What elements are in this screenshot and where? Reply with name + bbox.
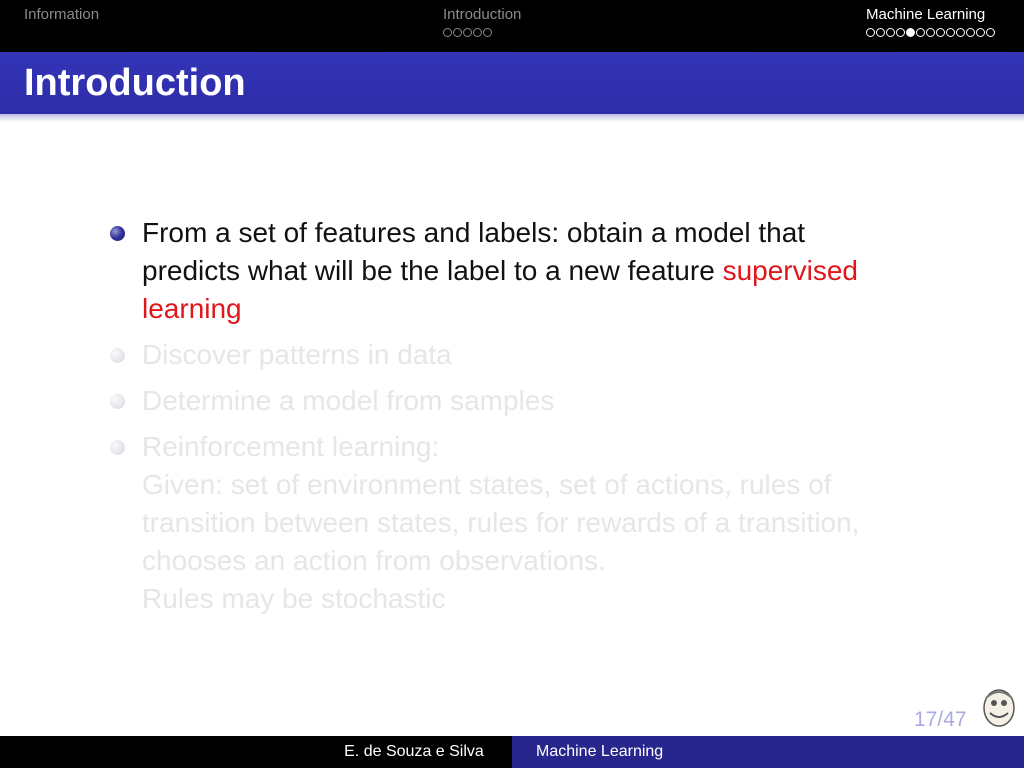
footer-author: E. de Souza e Silva: [0, 736, 512, 768]
footer-title: Machine Learning: [512, 736, 1024, 768]
nav-frame-dot[interactable]: [866, 28, 875, 37]
nav-frame-dot[interactable]: [946, 28, 955, 37]
nav-frame-dot[interactable]: [886, 28, 895, 37]
nav-section-label[interactable]: Machine Learning: [866, 6, 985, 23]
nav-dots-introduction: [443, 28, 492, 37]
frame-title: Introduction: [24, 62, 246, 104]
footer-author-text: E. de Souza e Silva: [344, 743, 484, 760]
bullet-ball-icon: [110, 226, 125, 241]
bullet-ball-icon: [110, 348, 125, 363]
item-text: Determine a model from samples: [142, 385, 555, 416]
page-number: 17/47: [914, 708, 967, 731]
item-text: chooses an action from observations.: [142, 545, 606, 576]
nav-frame-dot[interactable]: [453, 28, 462, 37]
bullet-list: From a set of features and labels: obtai…: [108, 214, 948, 618]
nav-frame-dot[interactable]: [896, 28, 905, 37]
item-text: From a set of features and labels: obtai…: [142, 217, 806, 248]
nav-frame-dot[interactable]: [906, 28, 915, 37]
nav-frame-dot[interactable]: [956, 28, 965, 37]
nav-frame-dot[interactable]: [443, 28, 452, 37]
item-text: Reinforcement learning:: [142, 431, 440, 462]
nav-frame-dot[interactable]: [986, 28, 995, 37]
list-item: Discover patterns in data: [108, 336, 948, 374]
nav-frame-dot[interactable]: [936, 28, 945, 37]
bullet-ball-icon: [110, 440, 125, 455]
navigation-headline: Information Introduction Machine Learnin…: [0, 0, 1024, 52]
institution-logo-icon: [983, 689, 1015, 727]
nav-frame-dot[interactable]: [483, 28, 492, 37]
list-item: Determine a model from samples: [108, 382, 948, 420]
footer-title-text: Machine Learning: [536, 743, 664, 760]
list-item: From a set of features and labels: obtai…: [108, 214, 948, 328]
highlight-text: supervised: [722, 255, 858, 286]
list-item: Reinforcement learning: Given: set of en…: [108, 428, 948, 618]
frame-title-bar: Introduction: [0, 52, 1024, 114]
nav-frame-dot[interactable]: [976, 28, 985, 37]
nav-frame-dot[interactable]: [966, 28, 975, 37]
item-text: transition between states, rules for rew…: [142, 507, 860, 538]
item-text: Given: set of environment states, set of…: [142, 469, 832, 500]
item-text: Rules may be stochastic: [142, 583, 446, 614]
item-text: Discover patterns in data: [142, 339, 452, 370]
nav-section-label[interactable]: Introduction: [443, 6, 521, 23]
item-text-line: predicts what will be the label to a new…: [142, 252, 948, 290]
frame-title-shadow: [0, 114, 1024, 122]
nav-section-label[interactable]: Information: [24, 6, 99, 23]
footer-bar: E. de Souza e Silva Machine Learning: [0, 736, 1024, 768]
bullet-ball-icon: [110, 394, 125, 409]
nav-frame-dot[interactable]: [473, 28, 482, 37]
nav-frame-dot[interactable]: [926, 28, 935, 37]
highlight-text: learning: [142, 293, 242, 324]
nav-frame-dot[interactable]: [463, 28, 472, 37]
nav-frame-dot[interactable]: [876, 28, 885, 37]
nav-frame-dot[interactable]: [916, 28, 925, 37]
item-text: predicts what will be the label to a new…: [142, 255, 715, 286]
nav-dots-machine-learning: [866, 28, 995, 37]
